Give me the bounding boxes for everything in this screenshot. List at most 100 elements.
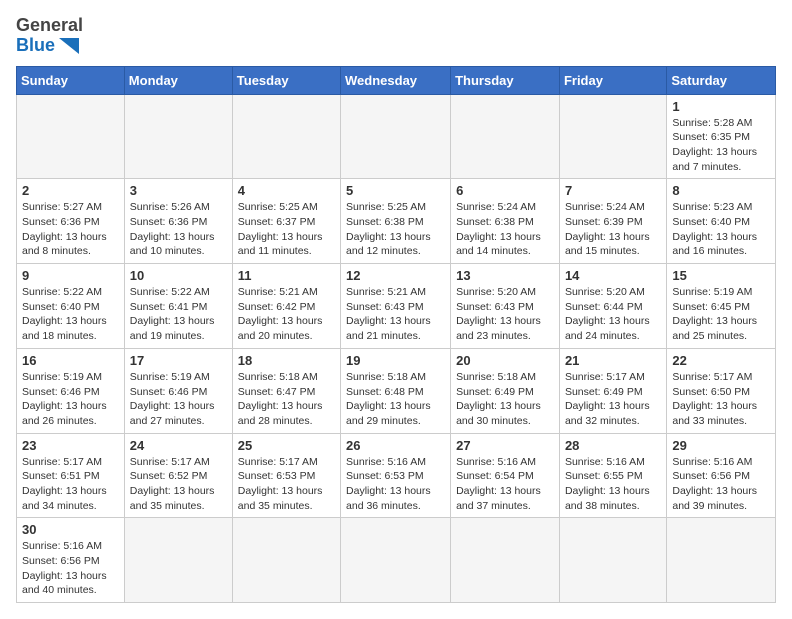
day-info: Sunrise: 5:20 AM Sunset: 6:43 PM Dayligh… (456, 285, 554, 344)
day-info: Sunrise: 5:21 AM Sunset: 6:43 PM Dayligh… (346, 285, 445, 344)
calendar-day-cell: 27Sunrise: 5:16 AM Sunset: 6:54 PM Dayli… (451, 433, 560, 518)
day-info: Sunrise: 5:17 AM Sunset: 6:52 PM Dayligh… (130, 455, 227, 514)
calendar-day-cell (341, 94, 451, 179)
day-info: Sunrise: 5:25 AM Sunset: 6:38 PM Dayligh… (346, 200, 445, 259)
weekday-header-row: SundayMondayTuesdayWednesdayThursdayFrid… (17, 66, 776, 94)
day-number: 4 (238, 183, 335, 198)
weekday-header-saturday: Saturday (667, 66, 776, 94)
day-info: Sunrise: 5:22 AM Sunset: 6:40 PM Dayligh… (22, 285, 119, 344)
calendar-day-cell: 22Sunrise: 5:17 AM Sunset: 6:50 PM Dayli… (667, 348, 776, 433)
day-info: Sunrise: 5:17 AM Sunset: 6:49 PM Dayligh… (565, 370, 661, 429)
calendar-day-cell: 2 Sunrise: 5:27 AM Sunset: 6:36 PM Daylig… (17, 179, 125, 264)
calendar-day-cell (341, 518, 451, 603)
calendar-week-row: 23Sunrise: 5:17 AM Sunset: 6:51 PM Dayli… (17, 433, 776, 518)
calendar-day-cell (232, 518, 340, 603)
calendar-day-cell: 24 Sunrise: 5:17 AM Sunset: 6:52 PM Dayli… (124, 433, 232, 518)
calendar-day-cell: 19 Sunrise: 5:18 AM Sunset: 6:48 PM Dayli… (341, 348, 451, 433)
blue-triangle-icon (59, 38, 79, 54)
logo-text: General Blue (16, 16, 83, 56)
calendar-week-row: 1 Sunrise: 5:28 AM Sunset: 6:35 PM Daylig… (17, 94, 776, 179)
day-number: 18 (238, 353, 335, 368)
calendar-day-cell: 14 Sunrise: 5:20 AM Sunset: 6:44 PM Dayli… (559, 264, 666, 349)
calendar-day-cell (451, 94, 560, 179)
calendar-day-cell (559, 94, 666, 179)
day-number: 16 (22, 353, 119, 368)
calendar-day-cell (124, 94, 232, 179)
calendar-day-cell: 12 Sunrise: 5:21 AM Sunset: 6:43 PM Dayli… (341, 264, 451, 349)
calendar-day-cell: 21 Sunrise: 5:17 AM Sunset: 6:49 PM Dayli… (559, 348, 666, 433)
calendar-day-cell: 9 Sunrise: 5:22 AM Sunset: 6:40 PM Daylig… (17, 264, 125, 349)
weekday-header-friday: Friday (559, 66, 666, 94)
day-number: 28 (565, 438, 661, 453)
day-info: Sunrise: 5:19 AM Sunset: 6:45 PM Dayligh… (672, 285, 770, 344)
day-info: Sunrise: 5:18 AM Sunset: 6:47 PM Dayligh… (238, 370, 335, 429)
day-info: Sunrise: 5:16 AM Sunset: 6:55 PM Dayligh… (565, 455, 661, 514)
day-number: 15 (672, 268, 770, 283)
calendar-day-cell: 17 Sunrise: 5:19 AM Sunset: 6:46 PM Dayli… (124, 348, 232, 433)
calendar-day-cell (667, 518, 776, 603)
day-info: Sunrise: 5:18 AM Sunset: 6:48 PM Dayligh… (346, 370, 445, 429)
day-info: Sunrise: 5:16 AM Sunset: 6:56 PM Dayligh… (22, 539, 119, 598)
day-info: Sunrise: 5:17 AM Sunset: 6:50 PM Dayligh… (672, 370, 770, 429)
calendar-day-cell (559, 518, 666, 603)
calendar-day-cell: 3Sunrise: 5:26 AM Sunset: 6:36 PM Daylig… (124, 179, 232, 264)
calendar-day-cell: 28 Sunrise: 5:16 AM Sunset: 6:55 PM Dayli… (559, 433, 666, 518)
day-number: 9 (22, 268, 119, 283)
day-info: Sunrise: 5:24 AM Sunset: 6:38 PM Dayligh… (456, 200, 554, 259)
calendar-day-cell: 29Sunrise: 5:16 AM Sunset: 6:56 PM Dayli… (667, 433, 776, 518)
day-number: 7 (565, 183, 661, 198)
day-info: Sunrise: 5:16 AM Sunset: 6:53 PM Dayligh… (346, 455, 445, 514)
day-info: Sunrise: 5:22 AM Sunset: 6:41 PM Dayligh… (130, 285, 227, 344)
day-number: 25 (238, 438, 335, 453)
day-info: Sunrise: 5:26 AM Sunset: 6:36 PM Dayligh… (130, 200, 227, 259)
day-number: 20 (456, 353, 554, 368)
day-number: 1 (672, 99, 770, 114)
calendar-day-cell: 16 Sunrise: 5:19 AM Sunset: 6:46 PM Dayli… (17, 348, 125, 433)
day-number: 2 (22, 183, 119, 198)
calendar-week-row: 16 Sunrise: 5:19 AM Sunset: 6:46 PM Dayli… (17, 348, 776, 433)
calendar-day-cell: 1 Sunrise: 5:28 AM Sunset: 6:35 PM Daylig… (667, 94, 776, 179)
calendar-day-cell: 13Sunrise: 5:20 AM Sunset: 6:43 PM Dayli… (451, 264, 560, 349)
day-info: Sunrise: 5:18 AM Sunset: 6:49 PM Dayligh… (456, 370, 554, 429)
day-info: Sunrise: 5:21 AM Sunset: 6:42 PM Dayligh… (238, 285, 335, 344)
calendar-day-cell: 18 Sunrise: 5:18 AM Sunset: 6:47 PM Dayli… (232, 348, 340, 433)
day-number: 17 (130, 353, 227, 368)
day-info: Sunrise: 5:28 AM Sunset: 6:35 PM Dayligh… (672, 116, 770, 175)
page-header: General Blue (16, 16, 776, 56)
day-number: 11 (238, 268, 335, 283)
calendar-day-cell: 25Sunrise: 5:17 AM Sunset: 6:53 PM Dayli… (232, 433, 340, 518)
day-info: Sunrise: 5:27 AM Sunset: 6:36 PM Dayligh… (22, 200, 119, 259)
calendar-day-cell: 15 Sunrise: 5:19 AM Sunset: 6:45 PM Dayli… (667, 264, 776, 349)
day-number: 23 (22, 438, 119, 453)
weekday-header-wednesday: Wednesday (341, 66, 451, 94)
calendar-day-cell (17, 94, 125, 179)
weekday-header-tuesday: Tuesday (232, 66, 340, 94)
calendar-day-cell (232, 94, 340, 179)
day-info: Sunrise: 5:19 AM Sunset: 6:46 PM Dayligh… (130, 370, 227, 429)
calendar-day-cell: 10Sunrise: 5:22 AM Sunset: 6:41 PM Dayli… (124, 264, 232, 349)
weekday-header-monday: Monday (124, 66, 232, 94)
day-info: Sunrise: 5:20 AM Sunset: 6:44 PM Dayligh… (565, 285, 661, 344)
logo: General Blue (16, 16, 83, 56)
calendar-day-cell (451, 518, 560, 603)
calendar-day-cell: 7Sunrise: 5:24 AM Sunset: 6:39 PM Daylig… (559, 179, 666, 264)
day-info: Sunrise: 5:19 AM Sunset: 6:46 PM Dayligh… (22, 370, 119, 429)
weekday-header-thursday: Thursday (451, 66, 560, 94)
calendar-day-cell: 6Sunrise: 5:24 AM Sunset: 6:38 PM Daylig… (451, 179, 560, 264)
calendar-day-cell: 26 Sunrise: 5:16 AM Sunset: 6:53 PM Dayli… (341, 433, 451, 518)
calendar-day-cell: 5Sunrise: 5:25 AM Sunset: 6:38 PM Daylig… (341, 179, 451, 264)
day-number: 21 (565, 353, 661, 368)
calendar-day-cell: 4Sunrise: 5:25 AM Sunset: 6:37 PM Daylig… (232, 179, 340, 264)
day-number: 19 (346, 353, 445, 368)
calendar-day-cell: 11 Sunrise: 5:21 AM Sunset: 6:42 PM Dayli… (232, 264, 340, 349)
day-number: 26 (346, 438, 445, 453)
day-number: 14 (565, 268, 661, 283)
day-number: 29 (672, 438, 770, 453)
calendar-day-cell (124, 518, 232, 603)
calendar-week-row: 2 Sunrise: 5:27 AM Sunset: 6:36 PM Daylig… (17, 179, 776, 264)
day-info: Sunrise: 5:23 AM Sunset: 6:40 PM Dayligh… (672, 200, 770, 259)
day-number: 12 (346, 268, 445, 283)
day-number: 24 (130, 438, 227, 453)
calendar-table: SundayMondayTuesdayWednesdayThursdayFrid… (16, 66, 776, 604)
calendar-day-cell: 8Sunrise: 5:23 AM Sunset: 6:40 PM Daylig… (667, 179, 776, 264)
